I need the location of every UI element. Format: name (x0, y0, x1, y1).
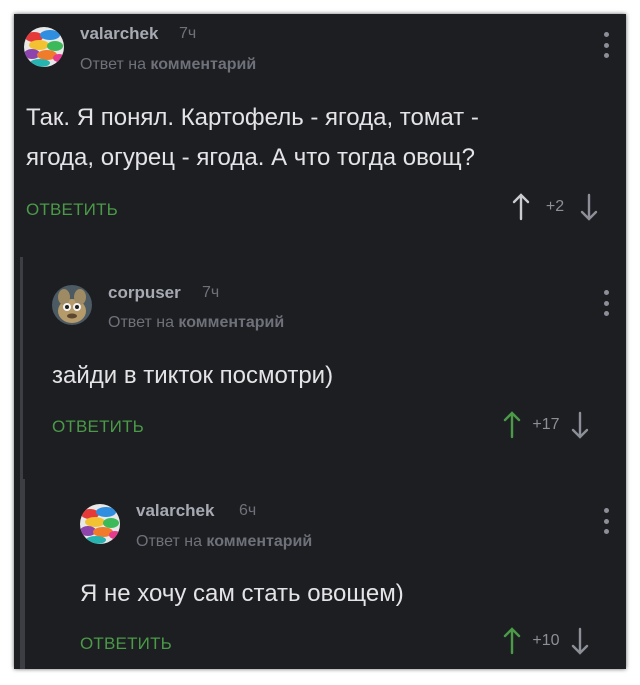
vote-controls: +10 (501, 626, 591, 656)
comment-text: зайди в тикток посмотри) (52, 362, 334, 389)
vote-controls: +2 (510, 192, 600, 222)
reply-target-link[interactable]: комментарий (206, 533, 312, 550)
reply-button[interactable]: ОТВЕТИТЬ (52, 417, 144, 437)
vote-score: +2 (545, 198, 565, 215)
reply-meta: Ответ на комментарий (136, 533, 312, 551)
reply-meta: Ответ на комментарий (108, 314, 284, 332)
comment-text-line-1: Так. Я понял. Картофель - ягода, томат - (26, 104, 479, 131)
reply-button[interactable]: ОТВЕТИТЬ (26, 200, 118, 220)
avatar[interactable] (52, 285, 92, 325)
comment-time: 7ч (202, 284, 220, 301)
author-name[interactable]: corpuser (108, 283, 181, 303)
reply-target-link[interactable]: комментарий (178, 314, 284, 331)
avatar[interactable] (80, 504, 120, 544)
arrow-up-icon[interactable] (501, 626, 523, 656)
reply-prefix: Ответ на (80, 56, 146, 73)
arrow-up-icon[interactable] (501, 410, 523, 440)
comment-time: 7ч (179, 25, 197, 42)
author-name[interactable]: valarchek (136, 501, 214, 521)
colorful-umbrellas-avatar-icon (24, 27, 64, 67)
reply-meta: Ответ на комментарий (80, 56, 256, 74)
comment-time: 6ч (239, 502, 257, 519)
cartoon-character-avatar-icon (52, 285, 92, 325)
arrow-down-icon[interactable] (569, 410, 591, 440)
reply-target-link[interactable]: комментарий (150, 56, 256, 73)
thread-line-level-2[interactable] (22, 479, 25, 669)
reply-prefix: Ответ на (108, 314, 174, 331)
colorful-umbrellas-avatar-icon (80, 504, 120, 544)
author-name[interactable]: valarchek (80, 24, 158, 44)
arrow-up-icon[interactable] (510, 192, 532, 222)
more-vertical-icon[interactable] (603, 508, 609, 534)
arrow-down-icon[interactable] (569, 626, 591, 656)
comment-text: Так. Я понял. Картофель - ягода, томат -… (26, 98, 479, 178)
more-vertical-icon[interactable] (603, 32, 609, 58)
arrow-down-icon[interactable] (578, 192, 600, 222)
vote-score: +10 (532, 632, 560, 649)
vote-controls: +17 (501, 410, 591, 440)
reply-button[interactable]: ОТВЕТИТЬ (80, 634, 172, 654)
reply-prefix: Ответ на (136, 533, 202, 550)
avatar[interactable] (24, 27, 64, 67)
vote-score: +17 (532, 416, 560, 433)
more-vertical-icon[interactable] (603, 290, 609, 316)
comments-panel: valarchek 7ч Ответ на комментарий Так. Я… (14, 14, 626, 669)
comment-text-line-2: ягода, огурец - ягода. А что тогда овощ? (26, 144, 476, 171)
comment-text: Я не хочу сам стать овощем) (80, 580, 404, 607)
